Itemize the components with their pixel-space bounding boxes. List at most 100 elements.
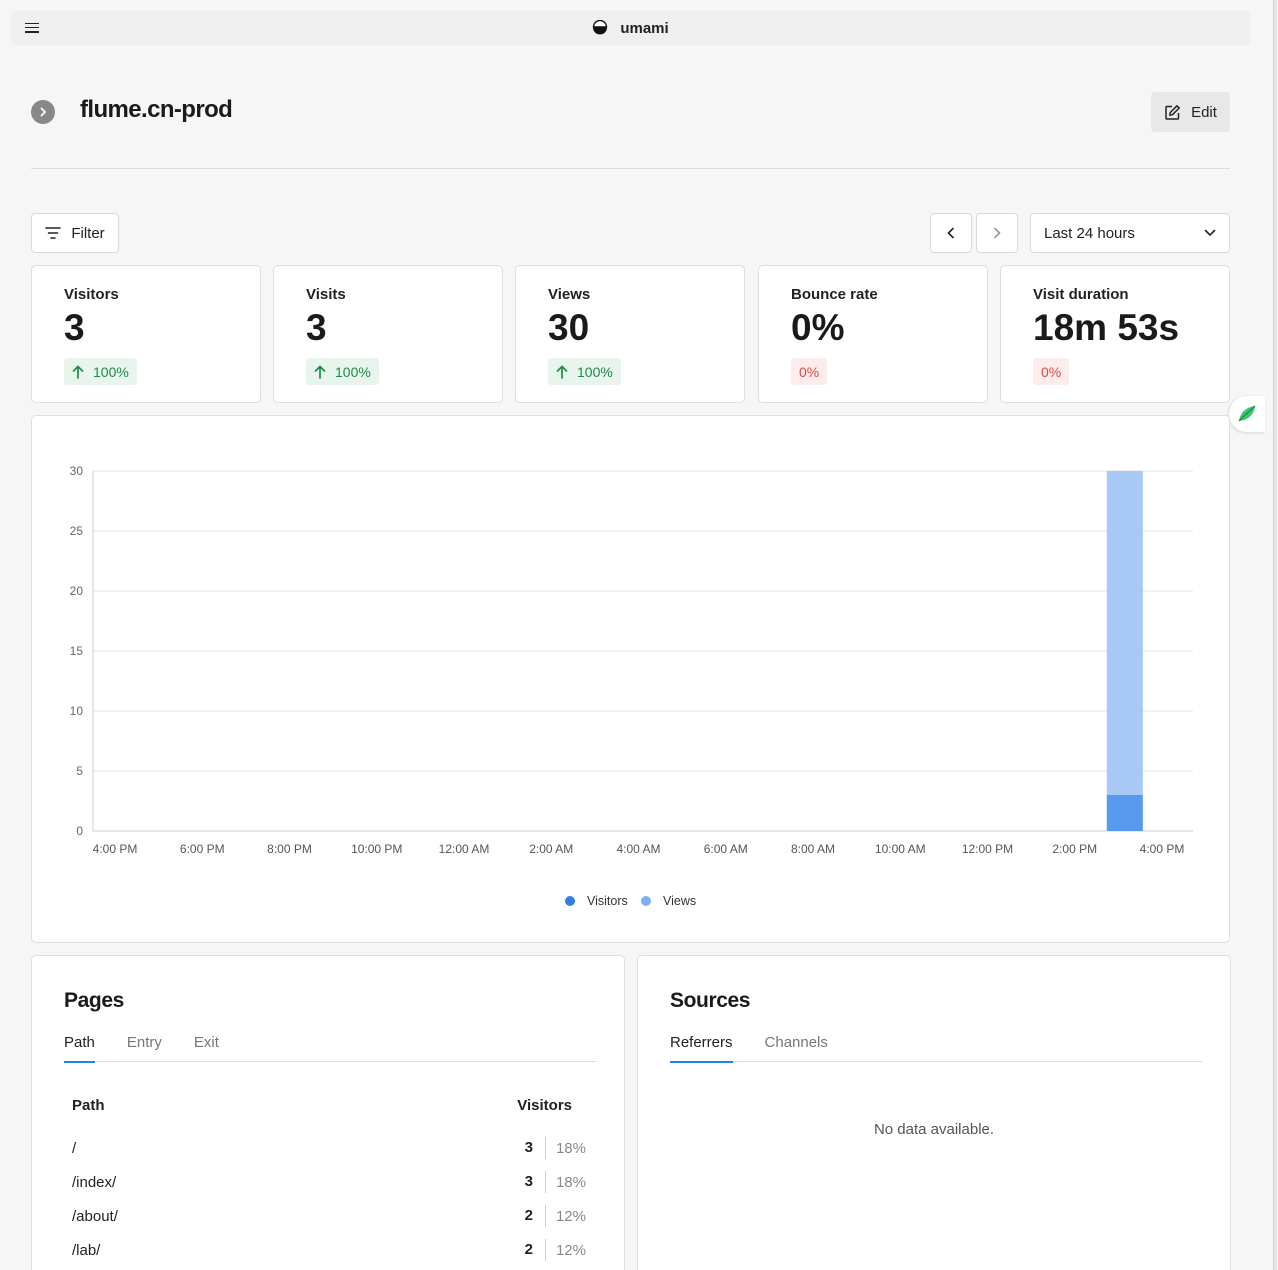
metric-card-visits: Visits 3 100% — [273, 265, 503, 403]
scrollbar[interactable] — [1272, 0, 1278, 1270]
umami-logo-icon — [593, 20, 608, 35]
metric-change-value: 0% — [799, 363, 820, 380]
next-period-button[interactable] — [976, 213, 1018, 253]
no-data-message: No data available. — [873, 1121, 995, 1138]
metric-change-badge: 0% — [791, 358, 828, 385]
metric-change-badge: 0% — [1033, 358, 1070, 385]
floating-assistant-icon[interactable] — [1229, 396, 1265, 432]
hamburger-menu-icon[interactable] — [25, 20, 39, 36]
pages-table-body: / 3 18% /index/3 18% /about/2 12% /lab/2 12% — [72, 1131, 586, 1267]
row-path[interactable]: /index/ — [72, 1174, 116, 1191]
metric-value: 30 — [548, 307, 590, 348]
x-tick-label: 8:00 PM — [267, 842, 312, 856]
x-tick-label: 8:00 AM — [791, 842, 835, 856]
row-path[interactable]: / — [72, 1140, 76, 1157]
website-title: flume.cn-prod — [80, 96, 233, 123]
pages-table-header: Path Visitors — [72, 1097, 572, 1114]
brand[interactable]: umami — [592, 20, 669, 37]
filter-label: Filter — [71, 224, 105, 242]
sources-title: Sources — [670, 989, 751, 1012]
chevron-down-icon — [1204, 229, 1216, 237]
metric-value: 3 — [64, 307, 85, 348]
legend-label-views: Views — [663, 894, 696, 908]
sources-tabs: Referrers Channels — [670, 1034, 1202, 1063]
back-arrow-icon[interactable] — [31, 100, 55, 124]
metric-value: 0% — [791, 307, 845, 348]
legend-label-visitors: Visitors — [587, 894, 628, 908]
metric-card-bounce-rate: Bounce rate 0% 0% — [758, 265, 988, 403]
row-path[interactable]: /about/ — [72, 1208, 118, 1225]
row-percent: 12% — [555, 1207, 586, 1225]
row-path[interactable]: /lab/ — [72, 1242, 100, 1259]
row-percent: 18% — [555, 1139, 586, 1157]
row-visitors: 2 — [513, 1239, 546, 1261]
column-visitors: Visitors — [517, 1097, 572, 1114]
filter-button[interactable]: Filter — [31, 213, 119, 253]
filter-icon — [45, 227, 62, 239]
y-tick-label: 5 — [76, 764, 83, 778]
x-tick-label: 10:00 AM — [875, 842, 926, 856]
tab-referrers[interactable]: Referrers — [670, 1034, 733, 1063]
metric-label: Visits — [306, 286, 346, 303]
row-percent: 12% — [555, 1241, 586, 1259]
pageviews-chart: 0 5 10 15 20 25 30 4:00 PM 6:00 PM 8:00 PM 10:00 P… — [31, 415, 1230, 943]
chart-canvas: 0 5 10 15 20 25 30 4:00 PM 6:00 PM 8:00 PM 10:00 P… — [70, 464, 1193, 908]
table-row[interactable]: /lab/2 12% — [72, 1233, 586, 1267]
legend-swatch-visitors — [565, 896, 575, 906]
table-row[interactable]: /index/3 18% — [72, 1165, 586, 1199]
row-values: 3 18% — [513, 1137, 586, 1159]
date-range-select[interactable]: Last 24 hours — [1030, 213, 1230, 253]
edit-label: Edit — [1191, 103, 1217, 121]
x-tick-label: 4:00 PM — [1140, 842, 1185, 856]
row-percent: 18% — [555, 1173, 586, 1191]
metric-label: Views — [548, 286, 591, 303]
metric-change-value: 0% — [1041, 363, 1062, 380]
metric-change-value: 100% — [577, 363, 613, 380]
tab-entry[interactable]: Entry — [127, 1034, 162, 1062]
column-path: Path — [72, 1097, 105, 1114]
arrow-up-icon — [314, 364, 326, 379]
y-tick-label: 15 — [70, 644, 84, 658]
top-nav-bar: umami — [11, 11, 1250, 45]
metric-value: 3 — [306, 307, 327, 348]
previous-period-button[interactable] — [930, 213, 972, 253]
arrow-up-icon — [556, 364, 568, 379]
legend-swatch-views — [641, 896, 651, 906]
row-visitors: 3 — [513, 1137, 546, 1159]
metric-label: Visitors — [64, 286, 119, 303]
header-divider — [31, 168, 1230, 169]
x-tick-label: 12:00 AM — [439, 842, 490, 856]
metric-label: Bounce rate — [791, 286, 878, 303]
metric-change-value: 100% — [93, 363, 129, 380]
metric-change-badge: 100% — [64, 358, 137, 385]
bar-visitors — [1106, 795, 1143, 831]
tab-channels[interactable]: Channels — [765, 1034, 828, 1062]
table-row[interactable]: /about/2 12% — [72, 1199, 586, 1233]
metric-change-badge: 100% — [306, 358, 379, 385]
metric-value: 18m 53s — [1033, 307, 1180, 348]
date-range-value: Last 24 hours — [1044, 224, 1135, 242]
y-tick-label: 30 — [70, 464, 84, 478]
x-tick-label: 4:00 PM — [93, 842, 138, 856]
metric-card-visit-duration: Visit duration 18m 53s 0% — [1000, 265, 1230, 403]
x-tick-label: 6:00 PM — [180, 842, 225, 856]
sources-panel: Sources Referrers Channels No data avail… — [637, 955, 1231, 1270]
chevron-right-icon — [994, 227, 1001, 239]
row-values: 2 12% — [513, 1205, 586, 1227]
x-tick-label: 10:00 PM — [351, 842, 402, 856]
x-tick-label: 2:00 PM — [1052, 842, 1097, 856]
row-visitors: 2 — [513, 1205, 546, 1227]
y-tick-label: 0 — [76, 824, 83, 838]
metric-change-badge: 100% — [548, 358, 621, 385]
edit-button[interactable]: Edit — [1151, 92, 1230, 132]
edit-icon — [1165, 104, 1181, 120]
table-row[interactable]: / 3 18% — [72, 1131, 586, 1165]
row-visitors: 3 — [513, 1171, 546, 1193]
pages-panel: Pages Path Entry Exit Path Visitors / 3 18… — [31, 955, 625, 1270]
x-tick-label: 12:00 PM — [962, 842, 1013, 856]
tab-exit[interactable]: Exit — [194, 1034, 219, 1062]
tab-path[interactable]: Path — [64, 1034, 95, 1063]
row-values: 3 18% — [513, 1171, 586, 1193]
pages-title: Pages — [64, 989, 124, 1012]
metric-card-views: Views 30 100% — [515, 265, 745, 403]
